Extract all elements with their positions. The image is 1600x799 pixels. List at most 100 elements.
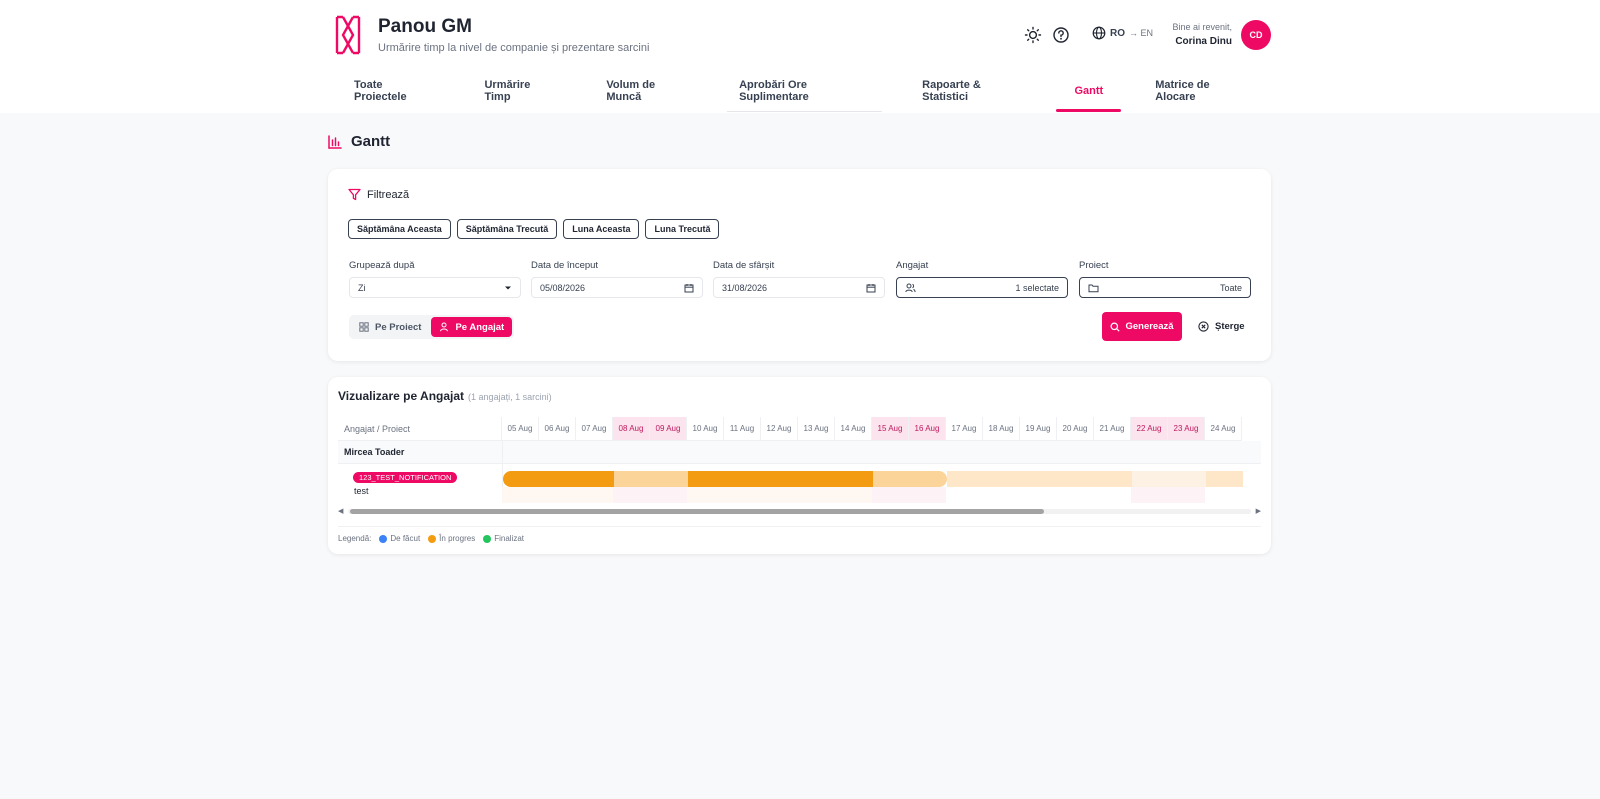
- language-switcher[interactable]: RO → EN: [1092, 26, 1153, 40]
- tab-overtime-approvals[interactable]: Aprobări Ore Suplimentare: [713, 70, 896, 112]
- globe-icon: [1092, 26, 1106, 40]
- day-header: 08 Aug: [613, 417, 650, 441]
- switch-language-link[interactable]: → EN: [1129, 28, 1153, 38]
- help-circle-icon[interactable]: [1052, 26, 1070, 44]
- gantt-bar-segment[interactable]: [873, 471, 910, 487]
- end-date-field: Data de sfârșit 31/08/2026: [713, 260, 885, 298]
- status-dot: [379, 534, 388, 543]
- day-cell: [872, 487, 909, 503]
- start-date-input[interactable]: 05/08/2026: [531, 277, 703, 298]
- gantt-subtitle: (1 angajați, 1 sarcini): [468, 392, 552, 402]
- day-header: 06 Aug: [539, 417, 576, 441]
- employee-group-row[interactable]: Mircea Toader: [338, 441, 1261, 464]
- sun-icon[interactable]: [1024, 26, 1042, 44]
- gantt-bar-segment[interactable]: [725, 471, 762, 487]
- task-name: test: [354, 486, 369, 496]
- day-cell: [613, 487, 650, 503]
- day-header: 22 Aug: [1131, 417, 1168, 441]
- tab-workload[interactable]: Volum de Muncă: [580, 70, 713, 112]
- gantt-bar-segment[interactable]: [651, 471, 688, 487]
- gantt-bar-segment[interactable]: [540, 471, 577, 487]
- project-multiselect[interactable]: Toate: [1079, 277, 1251, 298]
- day-header: 21 Aug: [1094, 417, 1131, 441]
- gantt-bar-segment[interactable]: [799, 471, 836, 487]
- gantt-bar-segment[interactable]: [1095, 471, 1132, 487]
- gantt-bar-segment[interactable]: [614, 471, 651, 487]
- by-employee-label: Pe Angajat: [455, 321, 505, 333]
- day-cell: [650, 487, 687, 503]
- legend-todo-label: De făcut: [390, 534, 421, 543]
- bar-chart-icon: [328, 134, 342, 149]
- project-tag[interactable]: 123_TEST_NOTIFICATION: [353, 472, 458, 483]
- legend-item-done: Finalizat: [483, 534, 524, 543]
- tab-gantt[interactable]: Gantt: [1048, 70, 1129, 112]
- horizontal-scrollbar[interactable]: ◀ ▶: [338, 507, 1261, 515]
- gantt-bar-segment[interactable]: [577, 471, 614, 487]
- task-row[interactable]: 123_TEST_NOTIFICATION test: [338, 464, 1261, 503]
- start-date-label: Data de început: [531, 260, 599, 271]
- filter-icon: [348, 188, 361, 201]
- day-header: 14 Aug: [835, 417, 872, 441]
- legend-done-label: Finalizat: [494, 534, 524, 543]
- group-by-select[interactable]: Zi: [349, 277, 521, 298]
- scroll-right-arrow[interactable]: ▶: [1256, 507, 1261, 515]
- generate-button[interactable]: Generează: [1102, 312, 1182, 341]
- by-employee-button[interactable]: Pe Angajat: [431, 317, 513, 337]
- day-header: 09 Aug: [650, 417, 687, 441]
- gantt-bar-segment[interactable]: [503, 471, 540, 487]
- filter-title: Filtrează: [367, 188, 410, 201]
- gantt-bar-segment[interactable]: [1058, 471, 1095, 487]
- last-week-button[interactable]: Săptămâna Trecută: [456, 219, 558, 239]
- gantt-bar-segment[interactable]: [984, 471, 1021, 487]
- day-header: 20 Aug: [1057, 417, 1094, 441]
- gantt-bar-segment[interactable]: [1206, 471, 1243, 487]
- calendar-icon[interactable]: [684, 283, 694, 293]
- scroll-left-arrow[interactable]: ◀: [338, 507, 343, 515]
- employee-multiselect[interactable]: 1 selectate: [896, 277, 1068, 298]
- day-header: 18 Aug: [983, 417, 1020, 441]
- user-icon: [440, 322, 449, 332]
- this-month-button[interactable]: Luna Aceasta: [563, 219, 640, 239]
- gantt-card: Vizualizare pe Angajat (1 angajați, 1 sar…: [328, 377, 1271, 554]
- gantt-bar-segment[interactable]: [1021, 471, 1058, 487]
- day-header: 11 Aug: [724, 417, 761, 441]
- gantt-title-text: Vizualizare pe Angajat: [338, 389, 465, 403]
- calendar-icon[interactable]: [866, 283, 876, 293]
- day-header: 13 Aug: [798, 417, 835, 441]
- gantt-bar-segment[interactable]: [1132, 471, 1169, 487]
- by-project-button[interactable]: Pe Proiect: [351, 317, 429, 337]
- generate-label: Generează: [1125, 321, 1174, 332]
- scroll-thumb[interactable]: [350, 509, 1044, 514]
- avatar[interactable]: CD: [1241, 20, 1271, 50]
- gantt-bar-segment[interactable]: [947, 471, 984, 487]
- project-label: Proiect: [1079, 260, 1109, 271]
- gantt-bar-segment[interactable]: [762, 471, 799, 487]
- group-by-value: Zi: [358, 282, 366, 293]
- day-header: 24 Aug: [1205, 417, 1242, 441]
- last-month-button[interactable]: Luna Trecută: [645, 219, 720, 239]
- end-date-input[interactable]: 31/08/2026: [713, 277, 885, 298]
- employee-field: Angajat 1 selectate: [896, 260, 1068, 298]
- day-cell: [576, 487, 613, 503]
- tab-all-projects[interactable]: Toate Proiectele: [328, 70, 458, 112]
- main-tabs: Toate Proiectele Urmărire Timp Volum de …: [328, 70, 1272, 112]
- tab-reports[interactable]: Rapoarte & Statistici: [896, 70, 1048, 112]
- tab-allocation-matrix[interactable]: Matrice de Alocare: [1129, 70, 1272, 112]
- status-dot: [483, 534, 492, 543]
- gantt-bar-segment[interactable]: [836, 471, 873, 487]
- gantt-bar-segment[interactable]: [910, 471, 947, 487]
- tab-time-tracking[interactable]: Urmărire Timp: [458, 70, 580, 112]
- gantt-bar-segment[interactable]: [1169, 471, 1206, 487]
- close-circle-icon: [1198, 321, 1209, 332]
- day-header: 23 Aug: [1168, 417, 1205, 441]
- group-by-label: Grupează după: [349, 260, 415, 271]
- gantt-bar-segment[interactable]: [688, 471, 725, 487]
- legend-label: Legendă:: [338, 534, 372, 543]
- clear-button[interactable]: Șterge: [1194, 312, 1249, 341]
- day-cell: [835, 487, 872, 503]
- this-week-button[interactable]: Săptămâna Aceasta: [348, 219, 451, 239]
- day-cell: [687, 487, 724, 503]
- day-cell: [1168, 487, 1205, 503]
- legend: Legendă: De făcut În progres Finalizat: [338, 534, 524, 543]
- divider: [338, 526, 1261, 527]
